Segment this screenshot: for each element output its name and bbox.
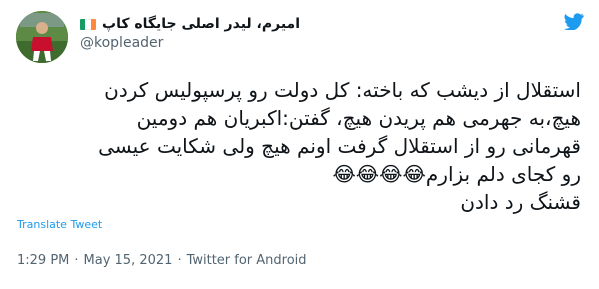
tweet-line: قهرمانی رو از استقلال گرفت اونم هیچ ولی … (98, 134, 581, 158)
meta-separator: · (74, 253, 79, 268)
author-display-name[interactable]: امیرم، لیدر اصلی جایگاه کاپ (102, 16, 300, 32)
tweet-card: امیرم، لیدر اصلی جایگاه کاپ @kopleader ا… (0, 0, 599, 289)
tweet-text: استقلال از دیشب که باخته: کل دولت رو پرس… (16, 76, 581, 216)
avatar-image (16, 11, 68, 63)
ireland-flag-icon (80, 18, 96, 30)
tweet-time[interactable]: 1:29 PM (17, 253, 69, 268)
tweet-line: هیچ،به جهرمی هم پریدن هیچ، گفتن:اکبریان … (136, 106, 581, 130)
flag-stripe-orange (90, 18, 96, 30)
tweet-meta: 1:29 PM · May 15, 2021 · Twitter for And… (17, 253, 307, 268)
author-avatar[interactable] (16, 11, 68, 63)
translate-tweet-link[interactable]: Translate Tweet (17, 218, 102, 231)
twitter-bird-icon[interactable] (564, 13, 584, 30)
meta-separator: · (177, 253, 182, 268)
tweet-date[interactable]: May 15, 2021 (84, 253, 173, 268)
author-handle[interactable]: @kopleader (80, 35, 163, 51)
tweet-line: رو کجای دلم بزارم😂😂😂😂 (332, 162, 581, 186)
author-name-row: امیرم، لیدر اصلی جایگاه کاپ (80, 14, 300, 34)
tweet-line: قشنگ رد دادن (460, 190, 581, 214)
tweet-line: استقلال از دیشب که باخته: کل دولت رو پرس… (104, 78, 581, 102)
tweet-source[interactable]: Twitter for Android (187, 253, 307, 268)
